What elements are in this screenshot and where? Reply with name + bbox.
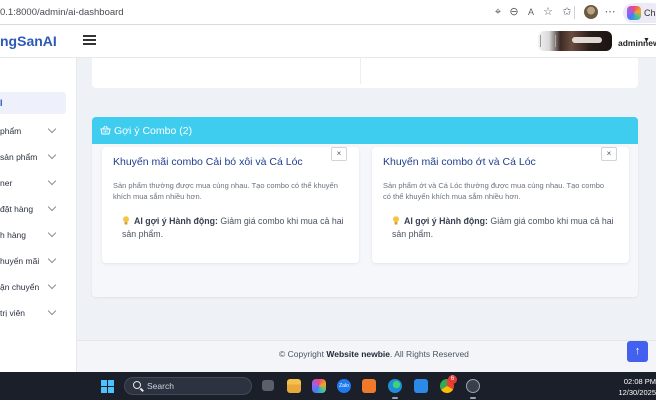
clock-date[interactable]: 12/30/2025 [618, 388, 656, 397]
combo-section-title: Gợi ý Combo (2) [114, 125, 193, 137]
ai-suggestion-label: AI gợi ý Hành động: [404, 216, 488, 226]
chevron-down-icon [47, 124, 57, 134]
suggestion-title: Khuyến mãi combo Cải bó xôi và Cá Lóc [113, 156, 303, 168]
chevron-down-icon [47, 202, 57, 212]
location-icon[interactable]: ⌖ [492, 6, 504, 18]
task-view-icon[interactable] [262, 380, 274, 391]
more-menu-icon[interactable]: ⋯ [604, 6, 616, 18]
sidebar-item-label: ận chuyển [0, 282, 40, 292]
favorite-star-icon[interactable]: ☆ [542, 6, 554, 18]
caret-down-icon[interactable]: ▼ [643, 37, 650, 44]
scroll-to-top-button[interactable]: ↑ [627, 341, 648, 362]
sidebar-item-products[interactable]: phẩm [0, 123, 70, 141]
chevron-down-icon [47, 176, 57, 186]
clock-time[interactable]: 02:08 PM [622, 377, 656, 386]
favorites-icon[interactable]: ✩ [561, 6, 573, 18]
copilot-chat-button[interactable]: Cha [623, 3, 656, 23]
sidebar-toggle-icon[interactable] [83, 35, 96, 45]
copyright-site-name: Website newbie [326, 349, 390, 359]
user-menu-name[interactable]: adminnew [618, 38, 656, 48]
chrome-icon[interactable]: 6 [440, 375, 457, 393]
suggestion-description: Sản phẩm thường được mua cùng nhau. Tạo … [113, 181, 338, 201]
chevron-down-icon [47, 228, 57, 238]
search-icon [133, 381, 141, 389]
active-app-indicator [392, 397, 398, 399]
combo-card-header: Gợi ý Combo (2) [92, 117, 638, 144]
previous-section-card [92, 58, 638, 88]
sidebar-item-label: đặt hàng [0, 204, 34, 214]
lightbulb-icon [393, 216, 399, 225]
windows-start-icon[interactable] [101, 380, 115, 394]
combo-suggestion-card: Khuyến mãi combo ớt và Cá Lóc × Sản phẩm… [372, 147, 629, 263]
url-text[interactable]: 0.1:8000/admin/ai-dashboard [0, 7, 124, 18]
sidebar-item-label: phẩm [0, 126, 22, 136]
zalo-icon[interactable]: Zalo [337, 379, 351, 393]
zoom-icon[interactable]: ⊖ [508, 6, 520, 18]
ai-suggestion: AI gợi ý Hành động: Giảm giá combo khi m… [122, 215, 347, 241]
copyright-text: © Copyright Website newbie. All Rights R… [279, 349, 469, 359]
lightbulb-icon [123, 216, 129, 225]
header-banner-image [538, 31, 612, 51]
app-header: ngSanAI adminnew ▼ [0, 25, 656, 58]
copilot-icon [627, 6, 641, 20]
toolbar-divider [574, 6, 575, 19]
sidebar-item-admins[interactable]: trị viên [0, 305, 70, 323]
sidebar-item-orders[interactable]: đặt hàng [0, 201, 70, 219]
dismiss-button[interactable]: × [331, 147, 347, 161]
sidebar-item-label: huyến mãi [0, 256, 40, 266]
sidebar-item-label: trị viên [0, 308, 26, 318]
chevron-down-icon [47, 150, 57, 160]
page-footer: © Copyright Website newbie. All Rights R… [77, 340, 656, 372]
obs-icon[interactable] [466, 379, 480, 393]
copilot-chat-label: Cha [644, 8, 656, 18]
sidebar-item-label: I [0, 98, 3, 108]
sidebar-item-ai-dashboard[interactable]: I [0, 92, 66, 114]
combo-suggestion-card: Khuyến mãi combo Cải bó xôi và Cá Lóc × … [102, 147, 359, 263]
sidebar-item-banner[interactable]: ner [0, 175, 70, 193]
sidebar-item-label: sản phẩm [0, 152, 38, 162]
copyright-suffix: . All Rights Reserved [390, 349, 469, 359]
profile-avatar-icon[interactable] [584, 5, 598, 19]
sidebar-item-label: ner [0, 178, 13, 188]
sidebar: I phẩm sản phẩm ner đặt hàng h hàng huyế… [0, 58, 77, 372]
notification-badge: 6 [448, 375, 457, 384]
dismiss-button[interactable]: × [601, 147, 617, 161]
copyright-prefix: © Copyright [279, 349, 325, 359]
suggestion-title: Khuyến mãi combo ớt và Cá Lóc [383, 156, 536, 168]
edge-browser-icon[interactable] [388, 379, 402, 393]
active-app-indicator [470, 397, 476, 399]
sidebar-item-promotions[interactable]: huyến mãi [0, 253, 70, 271]
chevron-down-icon [47, 280, 57, 290]
sidebar-item-customers[interactable]: h hàng [0, 227, 70, 245]
sidebar-item-label: h hàng [0, 230, 26, 240]
read-aloud-icon[interactable]: A [525, 6, 537, 18]
taskbar-search[interactable]: Search [124, 377, 252, 395]
copilot-app-icon[interactable] [312, 379, 326, 393]
browser-address-bar[interactable]: 0.1:8000/admin/ai-dashboard ⌖ ⊖ A ☆ ✩ ⋯ … [0, 0, 656, 25]
sidebar-item-shipping[interactable]: ận chuyển [0, 279, 70, 297]
file-explorer-icon[interactable] [287, 379, 301, 393]
sidebar-item-product-types[interactable]: sản phẩm [0, 149, 70, 167]
brand-logo-text[interactable]: ngSanAI [0, 33, 57, 49]
ai-suggestion-label: AI gợi ý Hành động: [134, 216, 218, 226]
chevron-down-icon [47, 306, 57, 316]
xampp-icon[interactable] [362, 379, 376, 393]
taskbar-search-label: Search [147, 381, 174, 391]
basket-icon [100, 125, 111, 135]
vscode-icon[interactable] [414, 379, 428, 393]
windows-taskbar: Search Zalo 6 02:08 PM 12/30/2025 [0, 372, 656, 400]
chevron-down-icon [47, 254, 57, 264]
ai-suggestion: AI gợi ý Hành động: Giảm giá combo khi m… [392, 215, 617, 241]
suggestion-description: Sản phẩm ớt và Cá Lóc thường được mua cù… [383, 181, 605, 201]
